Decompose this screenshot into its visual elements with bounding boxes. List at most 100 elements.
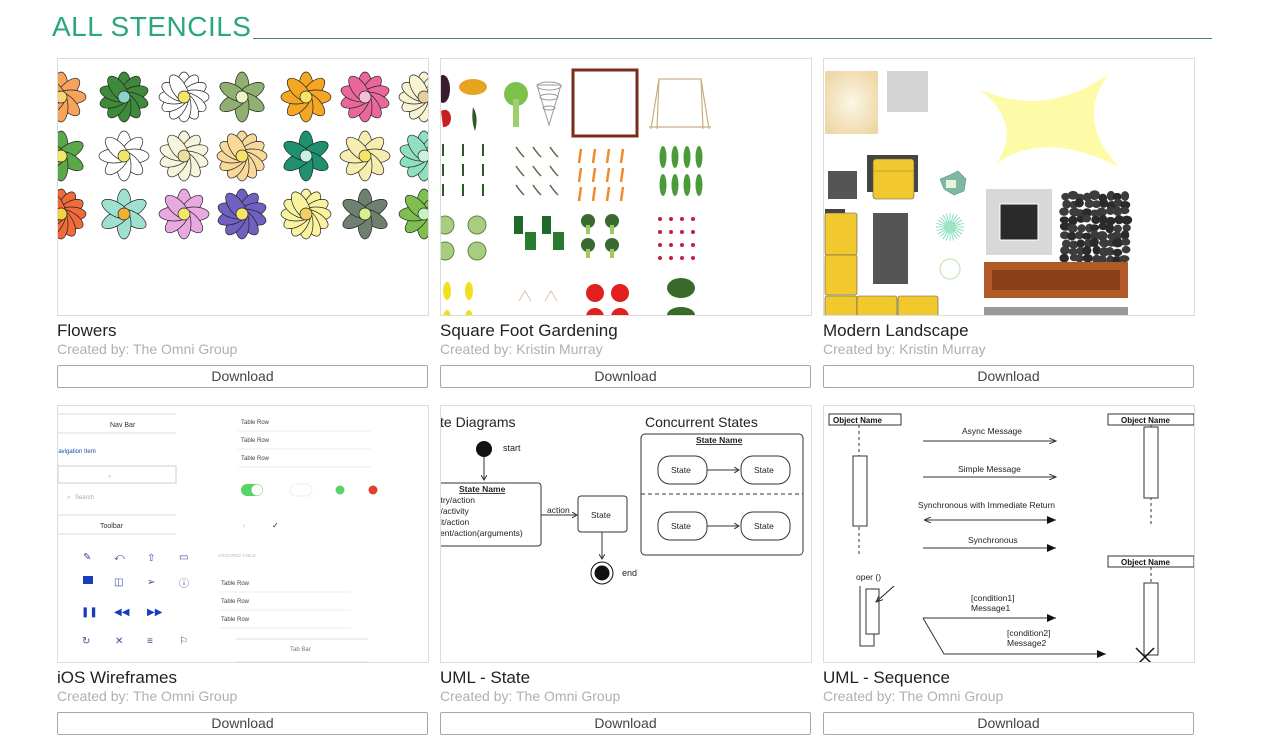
uml-concurrent-state-label: State xyxy=(671,521,691,531)
uml-action-label: action xyxy=(547,505,570,515)
stencil-card-uml-state: State Diagrams Concurrent States start S… xyxy=(440,405,812,752)
download-button[interactable]: Download xyxy=(440,365,811,388)
stencil-title[interactable]: UML - Sequence xyxy=(823,668,1195,688)
svg-text:ⓘ: ⓘ xyxy=(179,578,189,590)
flower-icon xyxy=(158,188,210,240)
stencil-author: Created by: The Omni Group xyxy=(57,688,238,704)
download-button[interactable]: Download xyxy=(440,712,811,735)
download-button[interactable]: Download xyxy=(57,712,428,735)
stencil-preview-ios-wireframes[interactable]: Nav Bar Navigation Item ⌕ ⌕ Search Toolb… xyxy=(57,405,429,663)
section-header: ALL STENCILS xyxy=(52,10,1212,44)
flower-icon xyxy=(216,130,268,182)
uml-object-name-2: Object Name xyxy=(1121,416,1170,425)
flower-icon xyxy=(219,71,265,123)
flowers-preview-image xyxy=(58,71,428,240)
svg-text:✓: ✓ xyxy=(272,521,279,530)
uml-state-preview-image: State Diagrams Concurrent States start S… xyxy=(441,414,804,585)
uml-concurrent-state-label: State xyxy=(754,465,774,475)
svg-text:◀◀: ◀◀ xyxy=(114,607,130,618)
svg-text:⇧: ⇧ xyxy=(147,553,155,564)
download-button[interactable]: Download xyxy=(823,712,1194,735)
uml-state-activity-line: event/action(arguments) xyxy=(441,528,523,538)
heading-divider xyxy=(253,38,1212,39)
stencil-card-square-foot-gardening: Square Foot Gardening Created by: Kristi… xyxy=(440,58,812,405)
ios-search-label: Search xyxy=(75,495,94,501)
svg-text:⌕: ⌕ xyxy=(108,474,111,480)
ios-table-row-label: Table Row xyxy=(241,420,270,426)
ios-table-row-label: Table Row xyxy=(221,617,250,623)
ios-toolbar-label: Toolbar xyxy=(100,523,124,530)
flower-icon xyxy=(158,71,210,123)
stencil-card-modern-landscape: Modern Landscape Created by: Kristin Mur… xyxy=(823,58,1195,405)
stencil-title[interactable]: Flowers xyxy=(57,321,429,341)
svg-text:▶▶: ▶▶ xyxy=(147,607,163,618)
flower-icon xyxy=(99,71,149,123)
stencil-grid: Flowers Created by: The Omni Group Downl… xyxy=(57,58,1195,752)
ios-table-row-label: Table Row xyxy=(241,438,270,444)
stencil-card-uml-sequence: Object Name Object Name Async Message Si… xyxy=(823,405,1195,752)
uml-state-activity-line: exit/action xyxy=(441,517,470,527)
uml-state-label: State xyxy=(591,510,611,520)
uml-cond2-label: [condition2] xyxy=(1007,628,1050,638)
stencil-title[interactable]: Square Foot Gardening xyxy=(440,321,812,341)
svg-text:↻: ↻ xyxy=(82,636,90,647)
stencil-title[interactable]: Modern Landscape xyxy=(823,321,1195,341)
stencil-author: Created by: Kristin Murray xyxy=(823,341,986,357)
stencil-title[interactable]: UML - State xyxy=(440,668,812,688)
flower-icon xyxy=(398,188,428,240)
svg-text:⌕: ⌕ xyxy=(67,495,70,501)
download-button[interactable]: Download xyxy=(57,365,428,388)
ios-table-row-label: Table Row xyxy=(221,581,250,587)
svg-text:◫: ◫ xyxy=(114,577,123,588)
flower-icon xyxy=(342,188,388,240)
stencil-preview-uml-state[interactable]: State Diagrams Concurrent States start S… xyxy=(440,405,812,663)
flower-icon xyxy=(340,71,390,123)
flower-icon xyxy=(398,71,428,123)
uml-sequence-preview-image: Object Name Object Name Async Message Si… xyxy=(828,413,1194,662)
svg-text:⤺: ⤺ xyxy=(114,552,125,563)
flower-icon xyxy=(280,71,332,123)
uml-simple-label: Simple Message xyxy=(958,464,1021,474)
uml-oper-label: oper () xyxy=(856,572,881,582)
uml-async-label: Async Message xyxy=(962,426,1022,436)
stencil-card-flowers: Flowers Created by: The Omni Group Downl… xyxy=(57,58,429,405)
flower-icon xyxy=(159,130,209,182)
flower-icon xyxy=(58,188,87,240)
ios-table-row-label: Table Row xyxy=(221,599,250,605)
svg-text:✕: ✕ xyxy=(115,636,123,647)
stencil-preview-landscape[interactable] xyxy=(823,58,1195,316)
download-button[interactable]: Download xyxy=(823,365,1194,388)
landscape-preview-image xyxy=(824,71,1133,315)
stencil-author: Created by: Kristin Murray xyxy=(440,341,603,357)
ios-navigation-item-label: Navigation Item xyxy=(58,449,96,455)
uml-msg2-label: Message2 xyxy=(1007,638,1046,648)
flower-icon xyxy=(58,71,87,123)
svg-text:⚐: ⚐ xyxy=(179,636,188,647)
flower-icon xyxy=(98,130,150,182)
stencil-title[interactable]: iOS Wireframes xyxy=(57,668,429,688)
uml-concurrent-state-name: State Name xyxy=(696,435,743,445)
uml-concurrent-heading: Concurrent States xyxy=(645,414,758,430)
svg-text:›: › xyxy=(243,523,246,530)
ios-wireframes-preview-image: Nav Bar Navigation Item ⌕ ⌕ Search Toolb… xyxy=(58,413,378,662)
flower-icon xyxy=(283,130,329,182)
uml-msg1-label: Message1 xyxy=(971,603,1010,613)
uml-state-heading: State Diagrams xyxy=(441,414,515,430)
stencil-preview-gardening[interactable] xyxy=(440,58,812,316)
ios-grouped-table-label: GROUPED TABLE xyxy=(218,553,256,558)
uml-state-activity-line: entry/action xyxy=(441,495,475,505)
stencil-author: Created by: The Omni Group xyxy=(823,688,1004,704)
flower-icon xyxy=(339,130,391,182)
svg-text:✎: ✎ xyxy=(83,552,91,563)
uml-object-name-3: Object Name xyxy=(1121,558,1170,567)
stencil-preview-flowers[interactable] xyxy=(57,58,429,316)
flower-icon xyxy=(280,188,332,240)
ios-tab-bar-label: Tab Bar xyxy=(290,647,311,653)
stencil-card-ios-wireframes: Nav Bar Navigation Item ⌕ ⌕ Search Toolb… xyxy=(57,405,429,752)
uml-cond1-label: [condition1] xyxy=(971,593,1014,603)
ios-table-row-label: Table Row xyxy=(241,456,270,462)
stencil-preview-uml-sequence[interactable]: Object Name Object Name Async Message Si… xyxy=(823,405,1195,663)
stencil-author: Created by: The Omni Group xyxy=(57,341,238,357)
uml-state-activity-line: do/activity xyxy=(441,506,470,516)
stencil-author: Created by: The Omni Group xyxy=(440,688,621,704)
